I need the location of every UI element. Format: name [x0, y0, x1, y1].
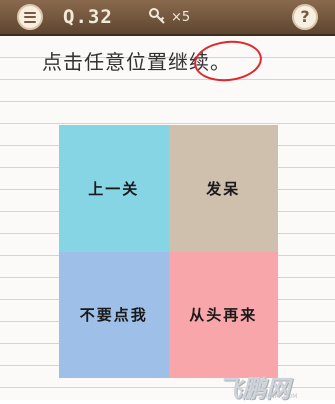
key-icon	[149, 8, 165, 24]
keys-counter: ×5	[148, 7, 190, 27]
cell-dont-click-me[interactable]: 不要点我	[59, 251, 169, 378]
menu-icon	[24, 11, 36, 23]
keys-count: ×5	[171, 9, 191, 25]
level-label: Q.32	[63, 6, 113, 28]
cell-daze[interactable]: 发呆	[168, 125, 278, 252]
answer-grid: 上一关 发呆 不要点我 从头再来	[59, 125, 278, 378]
help-button[interactable]: ?	[292, 4, 318, 30]
top-bar: Q.32 ×5 ?	[0, 0, 335, 34]
cell-restart[interactable]: 从头再来	[168, 251, 278, 378]
menu-button[interactable]	[17, 4, 43, 30]
cell-previous-level[interactable]: 上一关	[59, 125, 169, 252]
watermark-url: FPWAP.COM	[262, 393, 298, 400]
